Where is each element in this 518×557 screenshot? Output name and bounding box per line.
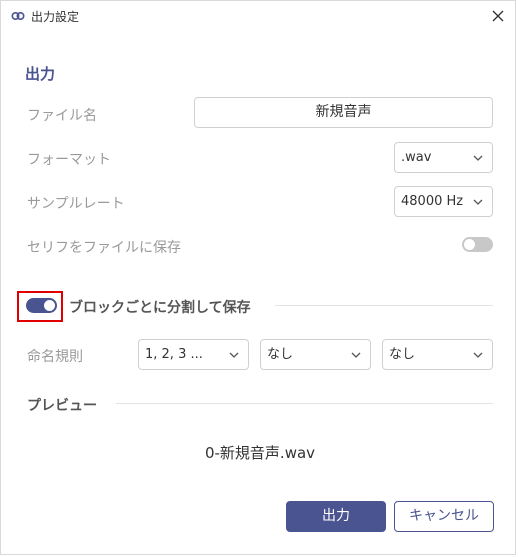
output-settings-dialog: 出力設定 出力 ファイル名 新規音声 フォーマット .wav サンプルレート 4… bbox=[0, 0, 516, 555]
naming-rule-select-3[interactable]: なし bbox=[382, 339, 493, 370]
title-bar: 出力設定 bbox=[1, 1, 515, 33]
naming-rule-label: 命名規則 bbox=[27, 349, 83, 365]
samplerate-select[interactable]: 48000 Hz bbox=[394, 186, 493, 217]
preview-filename: 0-新規音声.wav bbox=[204, 444, 316, 462]
output-section-title: 出力 bbox=[25, 65, 56, 83]
divider bbox=[275, 305, 493, 306]
chevron-down-icon bbox=[473, 199, 483, 205]
format-label: フォーマット bbox=[27, 152, 111, 168]
format-select[interactable]: .wav bbox=[394, 142, 493, 173]
toggle-knob bbox=[464, 239, 475, 250]
filename-input[interactable]: 新規音声 bbox=[194, 97, 493, 128]
preview-title: プレビュー bbox=[27, 398, 97, 414]
app-logo-icon bbox=[11, 11, 25, 21]
divider bbox=[116, 403, 493, 404]
samplerate-select-value: 48000 Hz bbox=[401, 194, 464, 209]
close-icon[interactable] bbox=[489, 7, 507, 25]
save-dialogue-toggle[interactable] bbox=[462, 237, 493, 252]
naming-rule-select-1-value: 1, 2, 3 ... bbox=[145, 347, 203, 362]
export-button[interactable]: 出力 bbox=[286, 501, 386, 532]
chevron-down-icon bbox=[351, 352, 361, 358]
cancel-button[interactable]: キャンセル bbox=[394, 501, 494, 532]
save-dialogue-label: セリフをファイルに保存 bbox=[27, 240, 181, 256]
naming-rule-select-2[interactable]: なし bbox=[260, 339, 371, 370]
chevron-down-icon bbox=[473, 155, 483, 161]
naming-rule-select-3-value: なし bbox=[389, 347, 416, 362]
samplerate-label: サンプルレート bbox=[27, 196, 125, 212]
toggle-knob bbox=[44, 300, 55, 311]
format-select-value: .wav bbox=[401, 150, 432, 165]
chevron-down-icon bbox=[229, 352, 239, 358]
naming-rule-select-2-value: なし bbox=[267, 347, 294, 362]
naming-rule-select-1[interactable]: 1, 2, 3 ... bbox=[138, 339, 249, 370]
window-title: 出力設定 bbox=[31, 10, 80, 24]
chevron-down-icon bbox=[473, 352, 483, 358]
split-by-block-label: ブロックごとに分割して保存 bbox=[69, 300, 251, 316]
filename-label: ファイル名 bbox=[27, 108, 97, 124]
split-by-block-toggle[interactable] bbox=[26, 298, 57, 313]
